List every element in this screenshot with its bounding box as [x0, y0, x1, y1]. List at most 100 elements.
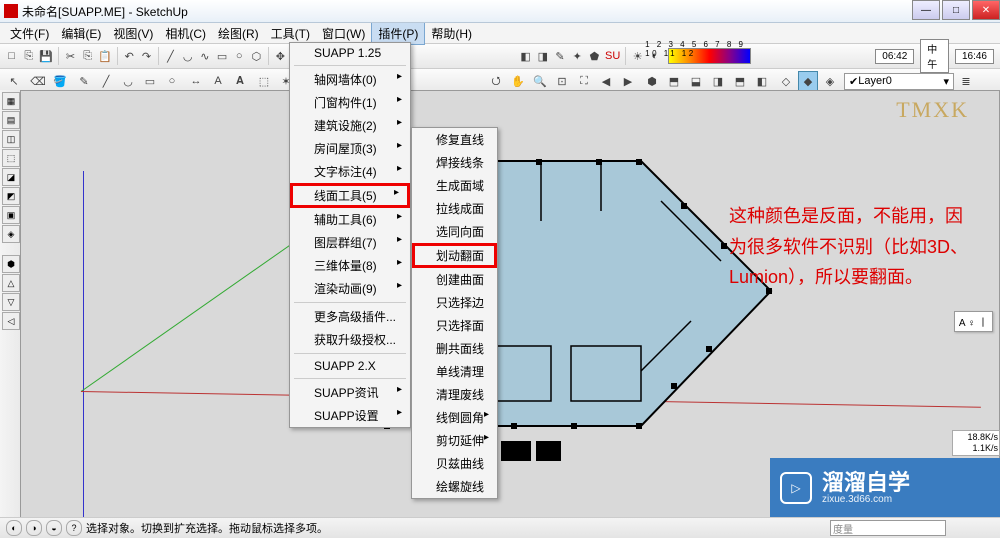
menu-6[interactable]: 窗口(W)	[316, 23, 371, 44]
dock-7[interactable]: ▣	[2, 206, 20, 224]
t2-eraser[interactable]: ⌫	[28, 71, 48, 91]
t2-zoomext[interactable]: ⛶	[574, 71, 594, 91]
mi-sub[interactable]: 删共面线	[412, 337, 497, 360]
tb-move[interactable]: ✥	[273, 46, 288, 66]
time-2[interactable]: 中午	[920, 39, 949, 73]
tb-misc3[interactable]: ✎	[552, 46, 567, 66]
t2-pan[interactable]: ✋	[508, 71, 528, 91]
mi-sub[interactable]: 贝兹曲线	[412, 452, 497, 475]
mi-item[interactable]: SUAPP资讯	[290, 381, 410, 404]
dock-11[interactable]: ▽	[2, 293, 20, 311]
t2-paint[interactable]: 🪣	[50, 71, 70, 91]
dock-10[interactable]: △	[2, 274, 20, 292]
t2-left[interactable]: ◧	[752, 71, 772, 91]
menu-0[interactable]: 文件(F)	[4, 23, 55, 44]
mi-item[interactable]: 图层群组(7)	[290, 231, 410, 254]
tb-line[interactable]: ╱	[163, 46, 178, 66]
maximize-button[interactable]: □	[942, 0, 970, 20]
mi-sub[interactable]: 修复直线	[412, 128, 497, 151]
tb-arc[interactable]: ◡	[180, 46, 195, 66]
dock-9[interactable]: ⬢	[2, 255, 20, 273]
tb-undo[interactable]: ↶	[122, 46, 137, 66]
mi-item[interactable]: 门窗构件(1)	[290, 91, 410, 114]
mi-sub[interactable]: 剪切延伸	[412, 429, 497, 452]
t2-section[interactable]: ⬚	[254, 71, 274, 91]
tb-cut[interactable]: ✂	[63, 46, 78, 66]
menu-2[interactable]: 视图(V)	[107, 23, 159, 44]
tb-shadow[interactable]: ☀	[630, 46, 645, 66]
minimize-button[interactable]: —	[912, 0, 940, 20]
mi-sub[interactable]: 生成面域	[412, 174, 497, 197]
status-icon-3[interactable]: ◒	[46, 520, 62, 536]
mi-sub[interactable]: 焊接线条	[412, 151, 497, 174]
t2-layermgr[interactable]: ≣	[956, 71, 976, 91]
tb-misc5[interactable]: ⬟	[587, 46, 602, 66]
mi-item[interactable]: 建筑设施(2)	[290, 114, 410, 137]
mi-sub[interactable]: 拉线成面	[412, 197, 497, 220]
tb-poly[interactable]: ⬡	[249, 46, 264, 66]
t2-zoomwin[interactable]: ⊡	[552, 71, 572, 91]
t2-right[interactable]: ◨	[708, 71, 728, 91]
mi-item[interactable]: 线面工具(5)	[290, 183, 410, 208]
mi-item[interactable]: 辅助工具(6)	[290, 208, 410, 231]
mi-item[interactable]: SUAPP设置	[290, 404, 410, 427]
t2-3dtext[interactable]: 𝐀	[230, 71, 250, 91]
tb-paste[interactable]: 📋	[97, 46, 113, 66]
t2-line2[interactable]: ╱	[96, 71, 116, 91]
mi-sub[interactable]: 创建曲面	[412, 268, 497, 291]
time-1[interactable]: 06:42	[875, 49, 914, 64]
menu-1[interactable]: 编辑(E)	[55, 23, 107, 44]
mi-item[interactable]: 获取升级授权...	[290, 328, 410, 351]
tb-open[interactable]: ⎘	[21, 46, 36, 66]
dock-3[interactable]: ◫	[2, 130, 20, 148]
dock-2[interactable]: ▤	[2, 111, 20, 129]
t2-arc2[interactable]: ◡	[118, 71, 138, 91]
t2-iso[interactable]: ⬢	[642, 71, 662, 91]
t2-top[interactable]: ⬒	[664, 71, 684, 91]
t2-style2[interactable]: ◆	[798, 71, 818, 91]
brand-badge[interactable]: ▷ 溜溜自学 zixue.3d66.com	[770, 458, 1000, 518]
t2-front[interactable]: ⬓	[686, 71, 706, 91]
tb-rect[interactable]: ▭	[214, 46, 229, 66]
mi-sub[interactable]: 只选择面	[412, 314, 497, 337]
mi-sub[interactable]: 只选择边	[412, 291, 497, 314]
mi-sub[interactable]: 清理废线	[412, 383, 497, 406]
dock-8[interactable]: ◈	[2, 225, 20, 243]
mi-sub[interactable]: 划动翻面	[412, 243, 497, 268]
viewport[interactable]: TMXK 这种颜色是反面，不能用，因为很多软件不识别（比如3D、Lumion），…	[20, 90, 1000, 518]
dock-12[interactable]: ◁	[2, 312, 20, 330]
time-3[interactable]: 16:46	[955, 49, 994, 64]
status-help-icon[interactable]: ?	[66, 520, 82, 536]
mi-sub[interactable]: 选同向面	[412, 220, 497, 243]
t2-dim[interactable]: ↔	[186, 71, 206, 91]
t2-rect2[interactable]: ▭	[140, 71, 160, 91]
t2-back[interactable]: ⬒	[730, 71, 750, 91]
mi-item[interactable]: 更多高级插件...	[290, 305, 410, 328]
layer-selector[interactable]: ✔ Layer0 ▾	[844, 73, 954, 90]
mi-item[interactable]: 轴网墙体(0)	[290, 68, 410, 91]
menu-8[interactable]: 帮助(H)	[425, 23, 478, 44]
t2-prev[interactable]: ◀	[596, 71, 616, 91]
mi-sub[interactable]: 绘螺旋线	[412, 475, 497, 498]
dimension-input[interactable]: 度量	[830, 520, 946, 536]
tb-circle[interactable]: ○	[232, 46, 247, 66]
mi-item[interactable]: SUAPP 2.X	[290, 356, 410, 376]
tb-copy[interactable]: ⎘	[80, 46, 95, 66]
dock-4[interactable]: ⬚	[2, 149, 20, 167]
t2-style1[interactable]: ◇	[776, 71, 796, 91]
mi-sub[interactable]: 线倒圆角	[412, 406, 497, 429]
close-button[interactable]: ✕	[972, 0, 1000, 20]
tb-new[interactable]: □	[4, 46, 19, 66]
mi-item[interactable]: 房间屋顶(3)	[290, 137, 410, 160]
mi-item[interactable]: 三维体量(8)	[290, 254, 410, 277]
status-icon-2[interactable]: ◑	[26, 520, 42, 536]
menu-5[interactable]: 工具(T)	[265, 23, 316, 44]
tb-redo[interactable]: ↷	[139, 46, 154, 66]
t2-next[interactable]: ▶	[618, 71, 638, 91]
mi-suapp[interactable]: SUAPP 1.25	[290, 43, 410, 63]
dock-5[interactable]: ◪	[2, 168, 20, 186]
tb-misc4[interactable]: ✦	[570, 46, 585, 66]
menu-3[interactable]: 相机(C)	[159, 23, 212, 44]
tb-misc2[interactable]: ◨	[535, 46, 550, 66]
tb-misc1[interactable]: ◧	[518, 46, 533, 66]
